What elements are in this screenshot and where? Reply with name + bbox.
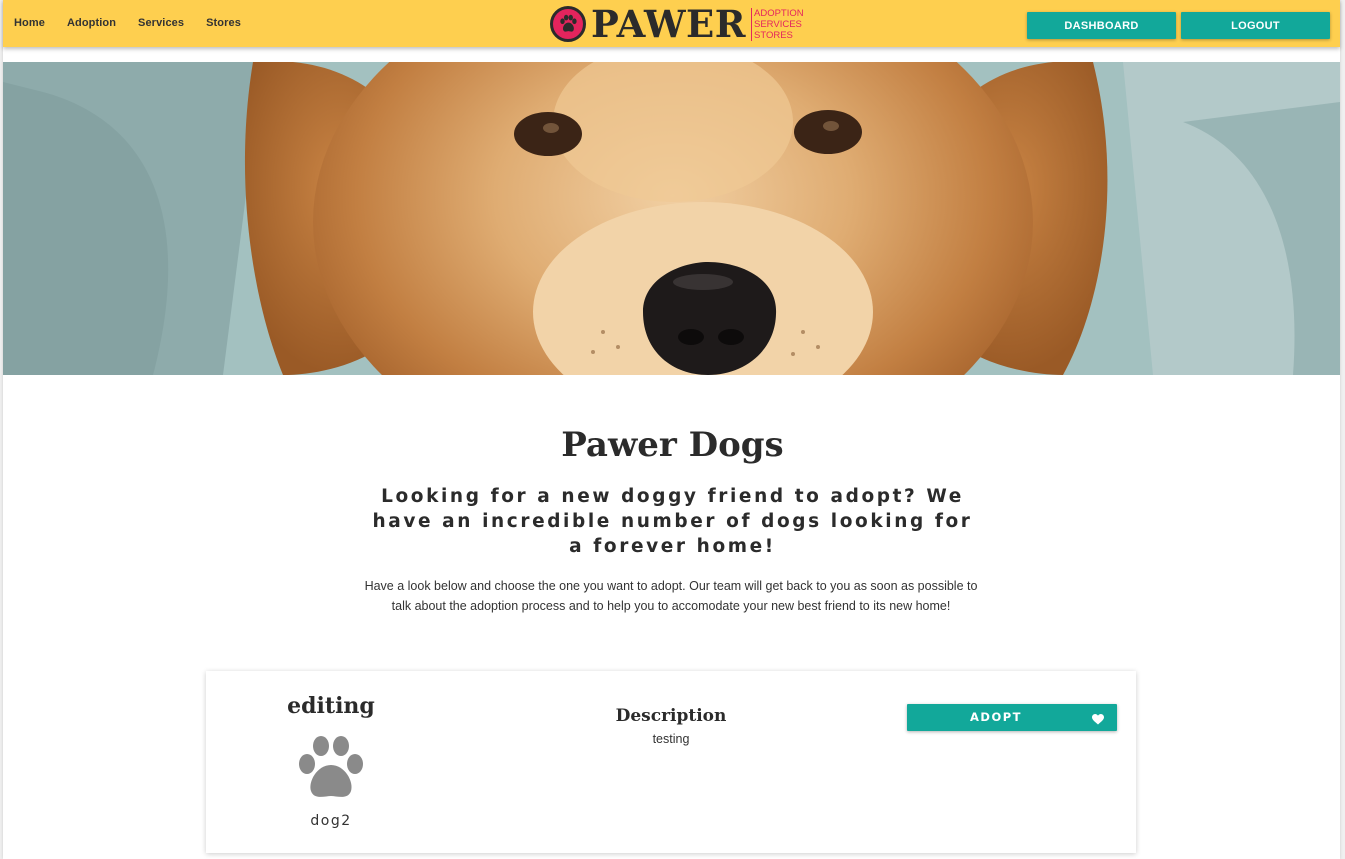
description-heading: Description [615, 706, 727, 726]
nav-link-stores[interactable]: Stores [206, 17, 241, 29]
description-text: testing [652, 732, 690, 746]
page-intro-text: Have a look below and choose the one you… [364, 579, 978, 613]
pawer-logo[interactable]: PAWER ADOPTION SERVICES STORES [550, 4, 804, 44]
page-title: Pawer Dogs [561, 425, 784, 465]
logout-button[interactable]: LOGOUT [1181, 12, 1330, 39]
logo-taglines: ADOPTION SERVICES STORES [751, 7, 804, 41]
pet-name: editing [287, 693, 375, 719]
top-navbar: Home Adoption Services Stores PAWER ADOP… [3, 0, 1340, 47]
nav-link-adoption[interactable]: Adoption [67, 17, 116, 29]
logo-tagline: ADOPTION [751, 7, 804, 19]
adopt-button-label: ADOPT [970, 710, 1022, 724]
golden-retriever-illustration [3, 62, 1340, 375]
dashboard-button[interactable]: DASHBOARD [1027, 12, 1176, 39]
logo-wordmark: PAWER [591, 2, 746, 46]
pet-id-label: dog2 [310, 813, 352, 829]
nav-link-home[interactable]: Home [14, 17, 45, 29]
nav-links: Home Adoption Services Stores [14, 17, 263, 29]
logo-tagline: SERVICES [751, 18, 804, 30]
page-subtitle: Looking for a new doggy friend to adopt?… [372, 486, 973, 557]
paw-icon [297, 736, 365, 805]
logo-tagline: STORES [751, 29, 804, 41]
pet-card: editing dog2 Description testing ADOPT [206, 671, 1136, 853]
logo-paw-badge-icon [550, 6, 586, 42]
adopt-button[interactable]: ADOPT [907, 704, 1117, 731]
nav-link-services[interactable]: Services [138, 17, 184, 29]
hero-dog-image [3, 62, 1340, 375]
heart-icon [1092, 712, 1104, 730]
